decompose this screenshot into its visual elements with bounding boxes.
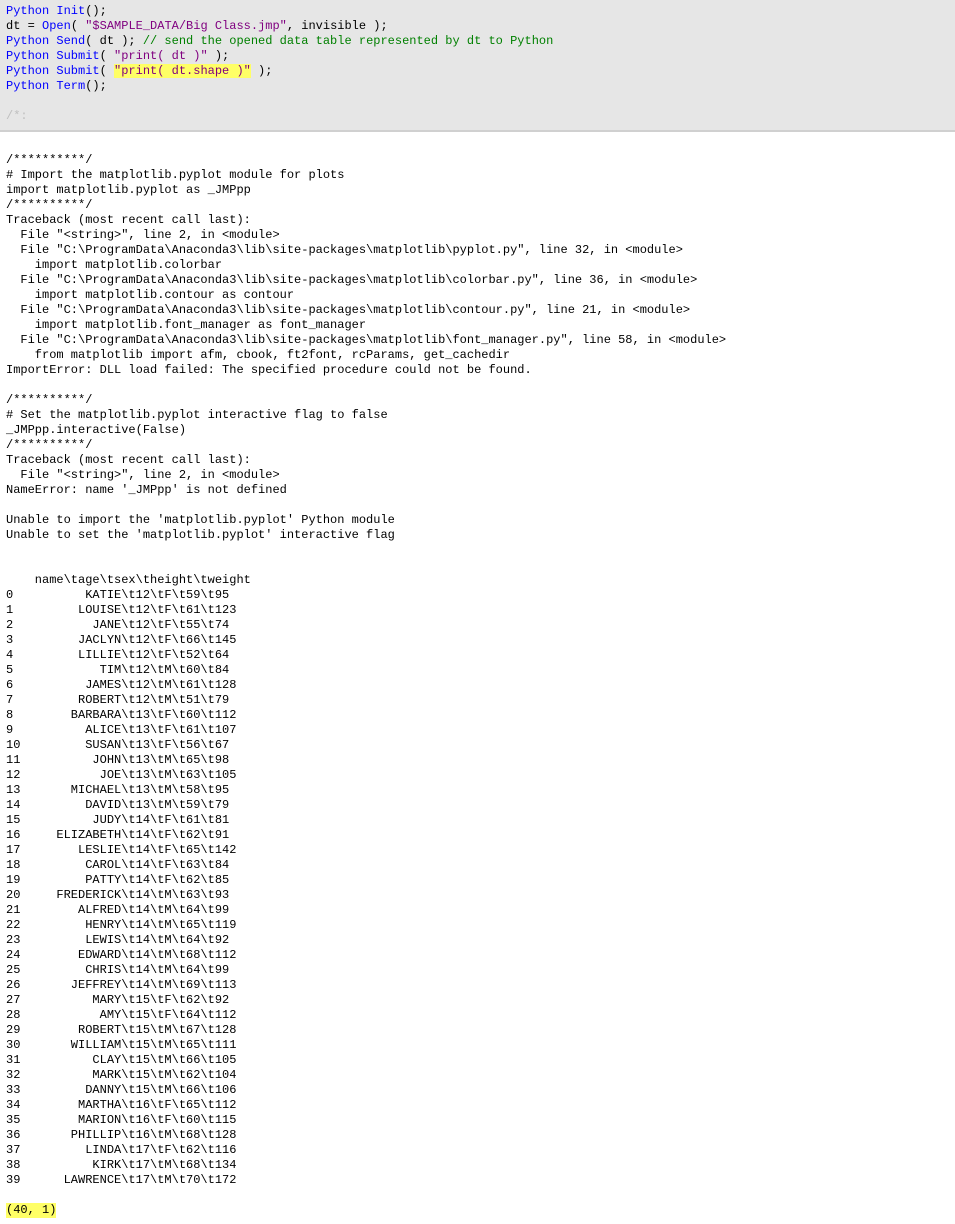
output-line: _JMPpp.interactive(False) [6,423,186,437]
code-text: ( dt ); [85,34,143,48]
output-line: import matplotlib.pyplot as _JMPpp [6,183,251,197]
output-line: File "<string>", line 2, in <module> [6,228,280,242]
output-line: /**********/ [6,393,92,407]
code-text: ); [208,49,230,63]
keyword: Python Send [6,34,85,48]
comment: // send the opened data table represente… [143,34,553,48]
output-line: # Import the matplotlib.pyplot module fo… [6,168,344,182]
faint-comment: /*: [6,109,28,123]
code-text: (); [85,4,107,18]
code-text: ); [251,64,273,78]
output-line: Traceback (most recent call last): [6,213,251,227]
output-line: from matplotlib import afm, cbook, ft2fo… [6,348,510,362]
output-line: File "C:\ProgramData\Anaconda3\lib\site-… [6,333,726,347]
code-text: ( [100,49,114,63]
output-line: File "C:\ProgramData\Anaconda3\lib\site-… [6,273,697,287]
output-line: Traceback (most recent call last): [6,453,251,467]
keyword: Python Submit [6,49,100,63]
code-text: (); [85,79,107,93]
output-line: /**********/ [6,438,92,452]
output-line: NameError: name '_JMPpp' is not defined [6,483,287,497]
code-text: ( [100,64,114,78]
code-text: ( [71,19,85,33]
output-line: ImportError: DLL load failed: The specif… [6,363,532,377]
keyword: Python Term [6,79,85,93]
table-header: name\tage\tsex\theight\tweight [6,573,251,587]
code-block: Python Init(); dt = Open( "$SAMPLE_DATA/… [0,0,955,132]
output-line: import matplotlib.colorbar [6,258,222,272]
string-literal: "print( dt )" [114,49,208,63]
code-text: dt = [6,19,42,33]
keyword: Python Submit [6,64,100,78]
keyword: Python Init [6,4,85,18]
output-line: Unable to import the 'matplotlib.pyplot'… [6,513,395,527]
output-line: Unable to set the 'matplotlib.pyplot' in… [6,528,395,542]
output-line: /**********/ [6,198,92,212]
string-literal: "$SAMPLE_DATA/Big Class.jmp" [85,19,287,33]
output-line: File "<string>", line 2, in <module> [6,468,280,482]
string-literal-highlighted: "print( dt.shape )" [114,64,251,78]
output-line: File "C:\ProgramData\Anaconda3\lib\site-… [6,243,683,257]
output-block: /**********/ # Import the matplotlib.pyp… [0,132,955,1224]
code-text: , invisible ); [287,19,388,33]
shape-output-highlighted: (40, 1) [6,1203,56,1218]
output-line: File "C:\ProgramData\Anaconda3\lib\site-… [6,303,690,317]
table-rows: 0 KATIE\t12\tF\t59\t95 1 LOUISE\t12\tF\t… [6,588,236,1187]
output-line: import matplotlib.contour as contour [6,288,294,302]
output-line: import matplotlib.font_manager as font_m… [6,318,366,332]
output-line: /**********/ [6,153,92,167]
output-line: # Set the matplotlib.pyplot interactive … [6,408,388,422]
keyword: Open [42,19,71,33]
